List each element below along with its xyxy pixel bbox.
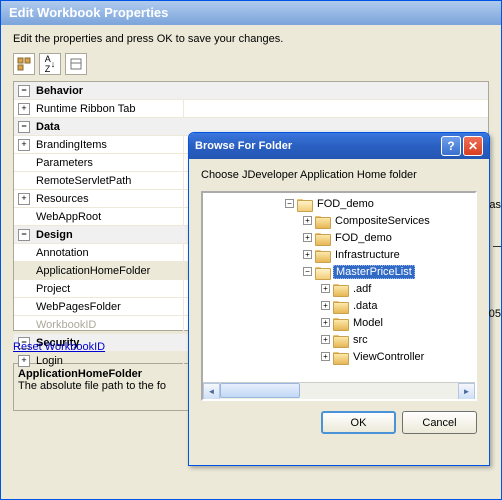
folder-icon xyxy=(333,300,347,312)
collapse-icon[interactable]: − xyxy=(303,267,312,276)
tree-label[interactable]: Model xyxy=(351,317,385,329)
prop-webpages[interactable]: WebPagesFolder xyxy=(34,301,183,313)
folder-icon xyxy=(315,215,329,227)
tree-item[interactable]: + Infrastructure xyxy=(203,246,475,263)
expand-icon[interactable]: + xyxy=(321,284,330,293)
collapse-icon[interactable]: − xyxy=(18,229,30,241)
expand-icon[interactable]: + xyxy=(303,233,312,242)
prop-apphome[interactable]: ApplicationHomeFolder xyxy=(34,265,183,277)
tree-label[interactable]: ViewController xyxy=(351,351,426,363)
collapse-icon[interactable]: − xyxy=(18,121,30,133)
categorized-icon[interactable] xyxy=(13,53,35,75)
folder-icon xyxy=(333,317,347,329)
prop-resources[interactable]: Resources xyxy=(34,193,183,205)
folder-icon xyxy=(315,249,329,261)
folder-icon xyxy=(315,232,329,244)
tree-label[interactable]: .data xyxy=(351,300,379,312)
scroll-right-icon[interactable]: ► xyxy=(458,383,475,400)
dialog-title: Browse For Folder xyxy=(195,140,439,152)
prop-workbookid: WorkbookID xyxy=(34,319,183,331)
browse-folder-dialog: Browse For Folder ? ✕ Choose JDeveloper … xyxy=(188,132,490,466)
property-pages-icon[interactable] xyxy=(65,53,87,75)
cutoff-text: as xyxy=(489,199,501,211)
tree-item[interactable]: + CompositeServices xyxy=(203,212,475,229)
collapse-icon[interactable]: − xyxy=(18,85,30,97)
expand-icon[interactable]: + xyxy=(303,216,312,225)
property-toolbar: AZ↓ xyxy=(13,53,489,75)
tree-item[interactable]: + .adf xyxy=(203,280,475,297)
prop-annotation[interactable]: Annotation xyxy=(34,247,183,259)
expand-icon[interactable]: + xyxy=(321,352,330,361)
category-data: Data xyxy=(34,121,488,133)
reset-workbookid-link[interactable]: Reset WorkbookID xyxy=(13,341,105,353)
tree-label[interactable]: MasterPriceList xyxy=(333,265,415,279)
cutoff-line xyxy=(493,246,501,247)
tree-label[interactable]: src xyxy=(351,334,370,346)
expand-icon[interactable]: + xyxy=(18,139,30,151)
folder-icon xyxy=(333,351,347,363)
help-button[interactable]: ? xyxy=(441,136,461,156)
expand-icon[interactable]: + xyxy=(18,355,30,367)
folder-icon xyxy=(333,334,347,346)
tree-root[interactable]: FOD_demo xyxy=(315,198,376,210)
close-button[interactable]: ✕ xyxy=(463,136,483,156)
prop-runtime-ribbon[interactable]: Runtime Ribbon Tab xyxy=(34,103,183,115)
prop-branding[interactable]: BrandingItems xyxy=(34,139,183,151)
alphabetical-icon[interactable]: AZ↓ xyxy=(39,53,61,75)
cutoff-text: 05 xyxy=(489,308,501,320)
prop-remote[interactable]: RemoteServletPath xyxy=(34,175,183,187)
cancel-button[interactable]: Cancel xyxy=(402,411,477,434)
tree-label[interactable]: CompositeServices xyxy=(333,215,432,227)
prop-parameters[interactable]: Parameters xyxy=(34,157,183,169)
tree-item[interactable]: + ViewController xyxy=(203,348,475,365)
tree-label[interactable]: FOD_demo xyxy=(333,232,394,244)
dialog-hint: Choose JDeveloper Application Home folde… xyxy=(201,169,477,181)
collapse-icon[interactable]: − xyxy=(285,199,294,208)
expand-icon[interactable]: + xyxy=(18,193,30,205)
prop-webapproot[interactable]: WebAppRoot xyxy=(34,211,183,223)
scroll-track[interactable] xyxy=(220,383,458,399)
dialog-titlebar[interactable]: Browse For Folder ? ✕ xyxy=(189,133,489,159)
tree-item[interactable]: + Model xyxy=(203,314,475,331)
expand-icon[interactable]: + xyxy=(321,318,330,327)
scroll-left-icon[interactable]: ◄ xyxy=(203,383,220,400)
folder-tree[interactable]: − FOD_demo +CompositeServices+FOD_demo+I… xyxy=(201,191,477,401)
folder-icon xyxy=(315,266,329,278)
expand-icon[interactable]: + xyxy=(303,250,312,259)
scroll-thumb[interactable] xyxy=(220,383,300,398)
folder-icon xyxy=(333,283,347,295)
prop-project[interactable]: Project xyxy=(34,283,183,295)
tree-item[interactable]: + src xyxy=(203,331,475,348)
expand-icon[interactable]: + xyxy=(18,103,30,115)
tree-item[interactable]: + .data xyxy=(203,297,475,314)
ok-button[interactable]: OK xyxy=(321,411,396,434)
expand-icon[interactable]: + xyxy=(321,301,330,310)
window-hint: Edit the properties and press OK to save… xyxy=(13,33,489,45)
horizontal-scrollbar[interactable]: ◄ ► xyxy=(203,382,475,399)
tree-item[interactable]: − MasterPriceList xyxy=(203,263,475,280)
folder-open-icon xyxy=(297,198,311,210)
window-title: Edit Workbook Properties xyxy=(1,1,501,25)
tree-label[interactable]: .adf xyxy=(351,283,373,295)
tree-label[interactable]: Infrastructure xyxy=(333,249,402,261)
prop-login[interactable]: Login xyxy=(34,355,183,367)
expand-icon[interactable]: + xyxy=(321,335,330,344)
tree-item[interactable]: + FOD_demo xyxy=(203,229,475,246)
category-behavior: Behavior xyxy=(34,85,488,97)
